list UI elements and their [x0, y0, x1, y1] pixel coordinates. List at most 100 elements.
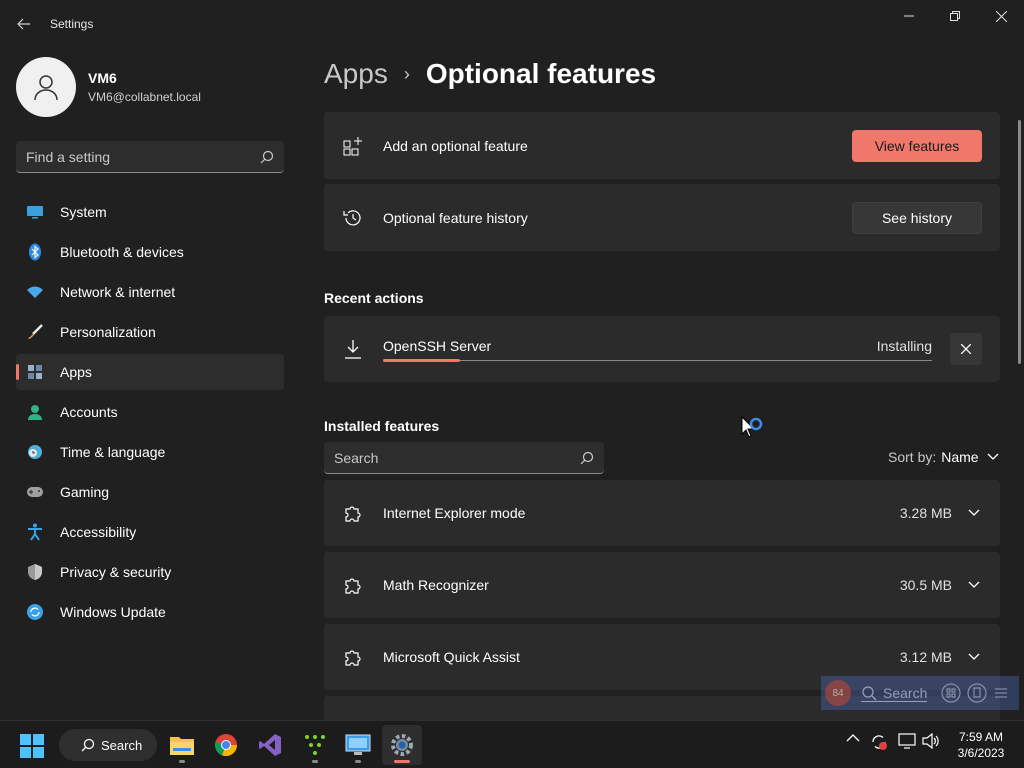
running-indicator	[312, 760, 318, 763]
optional-feature-history-card[interactable]: Optional feature history See history	[324, 184, 1000, 251]
recent-actions-heading: Recent actions	[324, 290, 424, 306]
document-icon[interactable]	[967, 683, 987, 703]
sidebar-item-label: Time & language	[60, 444, 166, 460]
taskbar-remote-desktop[interactable]	[338, 725, 378, 765]
install-progress-bar	[383, 359, 932, 362]
sidebar-nav: System Bluetooth & devices Network & int…	[16, 194, 284, 634]
title-bar: Settings	[0, 0, 1024, 48]
speaker-icon	[922, 733, 939, 749]
chevron-up-icon	[846, 734, 860, 742]
search-icon	[81, 738, 95, 752]
menu-icon[interactable]	[993, 685, 1009, 701]
scrollbar[interactable]	[1018, 120, 1021, 364]
chevron-down-icon[interactable]	[966, 509, 982, 517]
sync-warning-icon	[872, 735, 887, 750]
cancel-install-button[interactable]	[950, 333, 982, 365]
bluetooth-icon	[26, 243, 44, 261]
sidebar-item-network[interactable]: Network & internet	[16, 274, 284, 310]
feature-size: 3.28 MB	[899, 505, 952, 521]
sidebar-item-label: Network & internet	[60, 284, 176, 300]
widget-search-label: Search	[883, 684, 928, 701]
profile-name: VM6	[88, 70, 117, 86]
system-clock[interactable]: 7:59 AM 3/6/2023	[952, 729, 1010, 761]
sidebar-item-accessibility[interactable]: Accessibility	[16, 514, 284, 550]
see-history-button[interactable]: See history	[852, 201, 982, 234]
back-button[interactable]	[10, 10, 38, 38]
sidebar-item-bluetooth[interactable]: Bluetooth & devices	[16, 234, 284, 270]
taskbar-app-grid[interactable]	[295, 725, 335, 765]
chevron-down-icon[interactable]	[966, 581, 982, 589]
sync-status-button[interactable]	[870, 733, 888, 751]
sidebar-item-accounts[interactable]: Accounts	[16, 394, 284, 430]
close-button[interactable]	[978, 0, 1024, 32]
find-setting-input[interactable]	[26, 148, 260, 165]
close-icon	[995, 10, 1007, 22]
close-icon	[961, 344, 971, 354]
chevron-down-icon	[987, 453, 999, 460]
puzzle-icon	[342, 502, 364, 524]
feature-row-math-recognizer[interactable]: Math Recognizer 30.5 MB	[324, 552, 1000, 618]
chevron-down-icon[interactable]	[966, 653, 982, 661]
floating-search-widget[interactable]: 84 Search	[821, 676, 1019, 710]
sidebar-item-privacy[interactable]: Privacy & security	[16, 554, 284, 590]
restore-button[interactable]	[932, 0, 978, 32]
breadcrumb: Apps › Optional features	[324, 58, 656, 90]
history-icon	[342, 207, 364, 229]
volume-button[interactable]	[922, 733, 940, 749]
taskbar-settings[interactable]	[382, 725, 422, 765]
network-monitor-icon	[898, 733, 916, 749]
search-icon	[580, 451, 594, 464]
installed-features-search-box[interactable]	[324, 442, 604, 474]
grid-icon[interactable]	[941, 683, 961, 703]
sidebar-item-personalization[interactable]: Personalization	[16, 314, 284, 350]
feature-size: 30.5 MB	[899, 577, 952, 593]
start-button[interactable]	[20, 734, 44, 763]
show-hidden-icons-button[interactable]	[846, 733, 860, 743]
install-status: Installing	[876, 338, 932, 354]
sidebar-item-time-language[interactable]: Time & language	[16, 434, 284, 470]
sidebar-item-label: Gaming	[60, 484, 110, 500]
search-icon	[862, 685, 877, 700]
sidebar-item-system[interactable]: System	[16, 194, 284, 230]
page-title: Optional features	[425, 58, 657, 89]
taskbar-chrome[interactable]	[206, 725, 246, 765]
sidebar-item-gaming[interactable]: Gaming	[16, 474, 284, 510]
sidebar-item-apps[interactable]: Apps	[16, 354, 284, 390]
taskbar-search-button[interactable]: Search	[59, 729, 157, 761]
profile-email: VM6@collabnet.local	[88, 90, 201, 104]
widget-search[interactable]: Search	[861, 684, 928, 702]
sort-by-dropdown[interactable]: Sort by: Name	[888, 449, 999, 465]
person-avatar-icon	[34, 75, 58, 101]
person-icon	[26, 403, 44, 421]
taskbar-search-label: Search	[101, 737, 143, 753]
sort-by-label: Sort by:	[888, 449, 937, 465]
breadcrumb-apps-link[interactable]: Apps	[324, 58, 388, 90]
view-features-button[interactable]: View features	[852, 129, 982, 162]
globe-clock-icon	[26, 443, 44, 461]
taskbar-visual-studio[interactable]	[250, 725, 290, 765]
sidebar-item-label: Apps	[60, 364, 92, 380]
taskbar-file-explorer[interactable]	[162, 725, 202, 765]
feature-name: Internet Explorer mode	[383, 505, 526, 521]
find-setting-box[interactable]	[16, 141, 284, 173]
remote-desktop-icon	[345, 734, 371, 755]
windows-logo-icon	[20, 734, 44, 758]
minimize-button[interactable]	[886, 0, 932, 32]
sidebar-item-windows-update[interactable]: Windows Update	[16, 594, 284, 630]
feature-name: Microsoft Quick Assist	[383, 649, 520, 665]
back-arrow-icon	[17, 18, 30, 30]
running-indicator	[179, 760, 185, 763]
user-profile[interactable]: VM6 VM6@collabnet.local	[16, 57, 201, 117]
feature-name: Math Recognizer	[383, 577, 489, 593]
settings-gear-icon	[391, 734, 413, 756]
network-status-button[interactable]	[898, 733, 916, 749]
sidebar-item-label: Personalization	[60, 324, 156, 340]
visual-studio-icon	[259, 734, 281, 756]
gamepad-icon	[26, 483, 44, 501]
clock-time: 7:59 AM	[958, 730, 1004, 744]
update-icon	[26, 603, 44, 621]
installed-features-search-input[interactable]	[334, 449, 580, 466]
restore-icon	[950, 11, 960, 21]
feature-row-internet-explorer-mode[interactable]: Internet Explorer mode 3.28 MB	[324, 480, 1000, 546]
install-progress-fill	[383, 359, 460, 362]
